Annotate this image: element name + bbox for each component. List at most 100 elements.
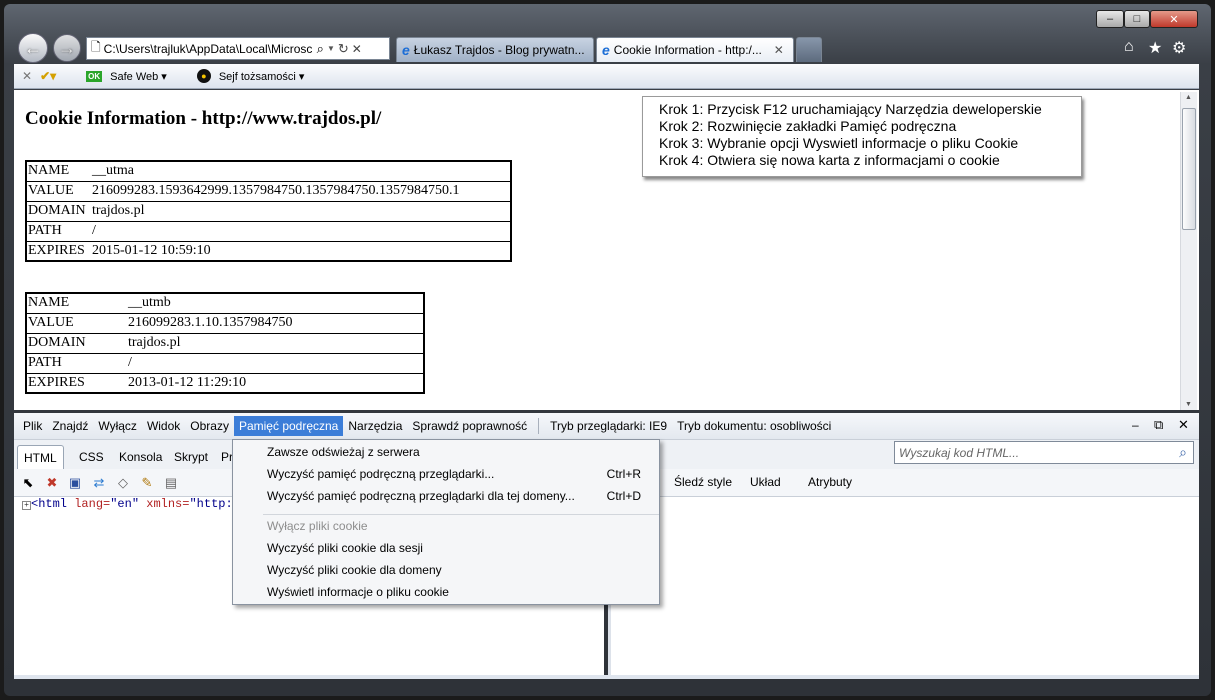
tab-konsola[interactable]: Konsola <box>113 445 168 469</box>
dropdown-arrow-icon[interactable]: ▼ <box>327 44 335 53</box>
cookie-key: EXPIRES <box>26 372 127 393</box>
save-icon[interactable]: ▣ <box>67 475 83 491</box>
cookie-key: VALUE <box>26 312 127 333</box>
back-arrow-icon: ← <box>24 37 42 58</box>
cookie-key: VALUE <box>26 180 91 201</box>
code-attr: lang= <box>74 497 111 511</box>
code-value: "en" <box>110 497 140 511</box>
cookie-key: NAME <box>28 163 70 179</box>
cookie-row: NAME __utma <box>26 161 511 181</box>
close-window-button[interactable]: ✕ <box>1150 10 1198 28</box>
menu-znajdz[interactable]: Znajdź <box>47 416 93 436</box>
tab-blog[interactable]: e Łukasz Trajdos - Blog prywatn... <box>396 37 594 62</box>
cookie-key: DOMAIN <box>26 200 91 221</box>
close-tab-icon[interactable]: ✕ <box>774 43 784 57</box>
search-icon[interactable]: ⌕ <box>1179 444 1187 461</box>
back-button[interactable]: ← <box>18 33 48 63</box>
cookie-row: VALUE 216099283.1.10.1357984750 <box>26 312 424 333</box>
identity-safe-button[interactable]: Sejf tożsamości ▾ <box>219 70 305 83</box>
cookie-key: PATH <box>26 352 127 373</box>
refresh-icon[interactable]: ↻ <box>338 41 349 57</box>
code-value: "http: <box>189 497 233 511</box>
cookie-key: EXPIRES <box>26 240 91 261</box>
menu-narzedzia[interactable]: Narzędzia <box>343 416 407 436</box>
code-tag: <html <box>31 497 68 511</box>
select-element-icon[interactable]: ⬉ <box>20 475 36 491</box>
status-bar <box>14 675 1199 679</box>
cookie-table-utma: NAME __utma VALUE 216099283.1593642999.1357… <box>25 160 512 262</box>
menu-plik[interactable]: Plik <box>18 416 47 436</box>
menu-browser-mode[interactable]: Tryb przeglądarki: IE9 <box>545 416 672 436</box>
html-tree-node[interactable]: + <html lang="en" xmlns="http: <box>22 497 233 511</box>
forward-arrow-icon: → <box>58 37 76 58</box>
close-toolbar-icon[interactable]: ✕ <box>22 69 32 83</box>
edit-icon[interactable]: ✎ <box>139 475 155 491</box>
menu-item-always-refresh[interactable]: Zawsze odświeżaj z serwera <box>267 442 647 462</box>
tab-attributes[interactable]: Atrybuty <box>808 475 852 489</box>
dom-icon[interactable]: ◇ <box>115 475 131 491</box>
html-search-input[interactable]: Wyszukaj kod HTML... ⌕ <box>894 441 1194 464</box>
scroll-thumb[interactable] <box>1182 108 1196 230</box>
menu-wylacz[interactable]: Wyłącz <box>93 416 142 436</box>
tab-cookie-information[interactable]: e Cookie Information - http:/... ✕ <box>596 37 794 62</box>
cookie-key: DOMAIN <box>26 332 127 353</box>
menu-item-clear-cache[interactable]: Wyczyść pamięć podręczną przeglądarki...… <box>267 464 647 484</box>
menu-widok[interactable]: Widok <box>142 416 185 436</box>
menu-pamiec-podreczna[interactable]: Pamięć podręczna <box>233 416 344 436</box>
menu-document-mode[interactable]: Tryb dokumentu: osobliwości <box>672 416 836 436</box>
scroll-up-icon[interactable]: ▲ <box>1185 94 1192 101</box>
forward-button[interactable]: → <box>53 34 81 62</box>
tab-html[interactable]: HTML <box>17 445 64 469</box>
devtools-close-icon[interactable]: ✕ <box>1178 417 1189 433</box>
gear-icon[interactable]: ⚙ <box>1172 38 1186 58</box>
menu-item-clear-cache-domain[interactable]: Wyczyść pamięć podręczną przeglądarki dl… <box>267 486 647 506</box>
tab-css[interactable]: CSS <box>73 445 110 469</box>
cache-dropdown-menu: Zawsze odświeżaj z serwera Wyczyść pamię… <box>232 439 660 605</box>
devtools-menubar: Plik Znajdź Wyłącz Widok Obrazy Pamięć p… <box>14 413 1199 439</box>
menu-sprawdz-poprawnosc[interactable]: Sprawdź poprawność <box>407 416 532 436</box>
cookie-row: EXPIRES 2013-01-12 11:29:10 <box>26 372 424 393</box>
devtools-undock-icon[interactable]: ⧉ <box>1154 417 1163 433</box>
tab-trace-styles[interactable]: Śledź style <box>674 475 732 489</box>
expand-icon[interactable]: + <box>22 501 31 510</box>
tab-layout[interactable]: Układ <box>750 475 781 489</box>
scroll-down-icon[interactable]: ▼ <box>1185 401 1192 408</box>
tab-skrypt[interactable]: Skrypt <box>168 445 214 469</box>
ie-icon: e <box>402 42 410 58</box>
menu-item-view-cookie-info[interactable]: Wyświetl informacje o pliku cookie <box>267 582 647 602</box>
cookie-value: 216099283.1593642999.1357984750.13579847… <box>91 180 511 201</box>
step-1: Krok 1: Przycisk F12 uruchamiający Narzę… <box>659 101 1042 117</box>
cookie-row: EXPIRES 2015-01-12 10:59:10 <box>26 240 511 261</box>
page-scrollbar[interactable]: ▲ ▼ <box>1180 92 1197 410</box>
refresh-icon[interactable]: ⇄ <box>91 475 107 491</box>
address-text: C:\Users\trajluk\AppData\Local\Microsc <box>103 41 313 56</box>
step-3: Krok 3: Wybranie opcji Wyswietl informac… <box>659 135 1019 151</box>
safe-web-button[interactable]: Safe Web ▾ <box>110 70 167 83</box>
cookie-value: __utmb <box>128 295 171 311</box>
norton-check-icon[interactable]: ✔▾ <box>40 69 56 83</box>
menu-item-clear-domain-cookies[interactable]: Wyczyść pliki cookie dla domeny <box>267 560 647 580</box>
maximize-button[interactable]: □ <box>1124 10 1150 28</box>
home-icon[interactable]: ⌂ <box>1124 38 1134 56</box>
command-bar: ✕ ✔▾ OK Safe Web ▾ ● Sejf tożsamości ▾ <box>14 64 1199 89</box>
menu-obrazy[interactable]: Obrazy <box>185 416 234 436</box>
clear-icon[interactable]: ✖ <box>44 475 60 491</box>
safe-web-icon: OK <box>86 70 103 82</box>
devtools-minimize-icon[interactable]: ‒ <box>1132 418 1139 432</box>
tab-title: Łukasz Trajdos - Blog prywatn... <box>413 43 585 57</box>
cookie-row: DOMAIN trajdos.pl <box>26 332 424 353</box>
search-icon[interactable]: ⌕ <box>317 41 324 57</box>
favorites-star-icon[interactable]: ★ <box>1148 38 1162 58</box>
code-attr: xmlns= <box>146 497 190 511</box>
minimize-button[interactable]: ‒ <box>1096 10 1124 28</box>
new-tab-button[interactable] <box>796 37 822 62</box>
menu-item-clear-session-cookies[interactable]: Wyczyść pliki cookie dla sesji <box>267 538 647 558</box>
word-wrap-icon[interactable]: ▤ <box>163 475 179 491</box>
cookie-key: NAME <box>28 295 70 311</box>
address-bar[interactable]: 🗋 C:\Users\trajluk\AppData\Local\Microsc… <box>86 37 390 60</box>
cookie-table-utmb: NAME __utmb VALUE 216099283.1.10.1357984750… <box>25 292 425 394</box>
stop-icon[interactable]: ✕ <box>352 42 362 56</box>
cookie-value: 2015-01-12 10:59:10 <box>91 240 511 261</box>
style-pane <box>608 497 1199 675</box>
menu-separator <box>538 418 540 434</box>
